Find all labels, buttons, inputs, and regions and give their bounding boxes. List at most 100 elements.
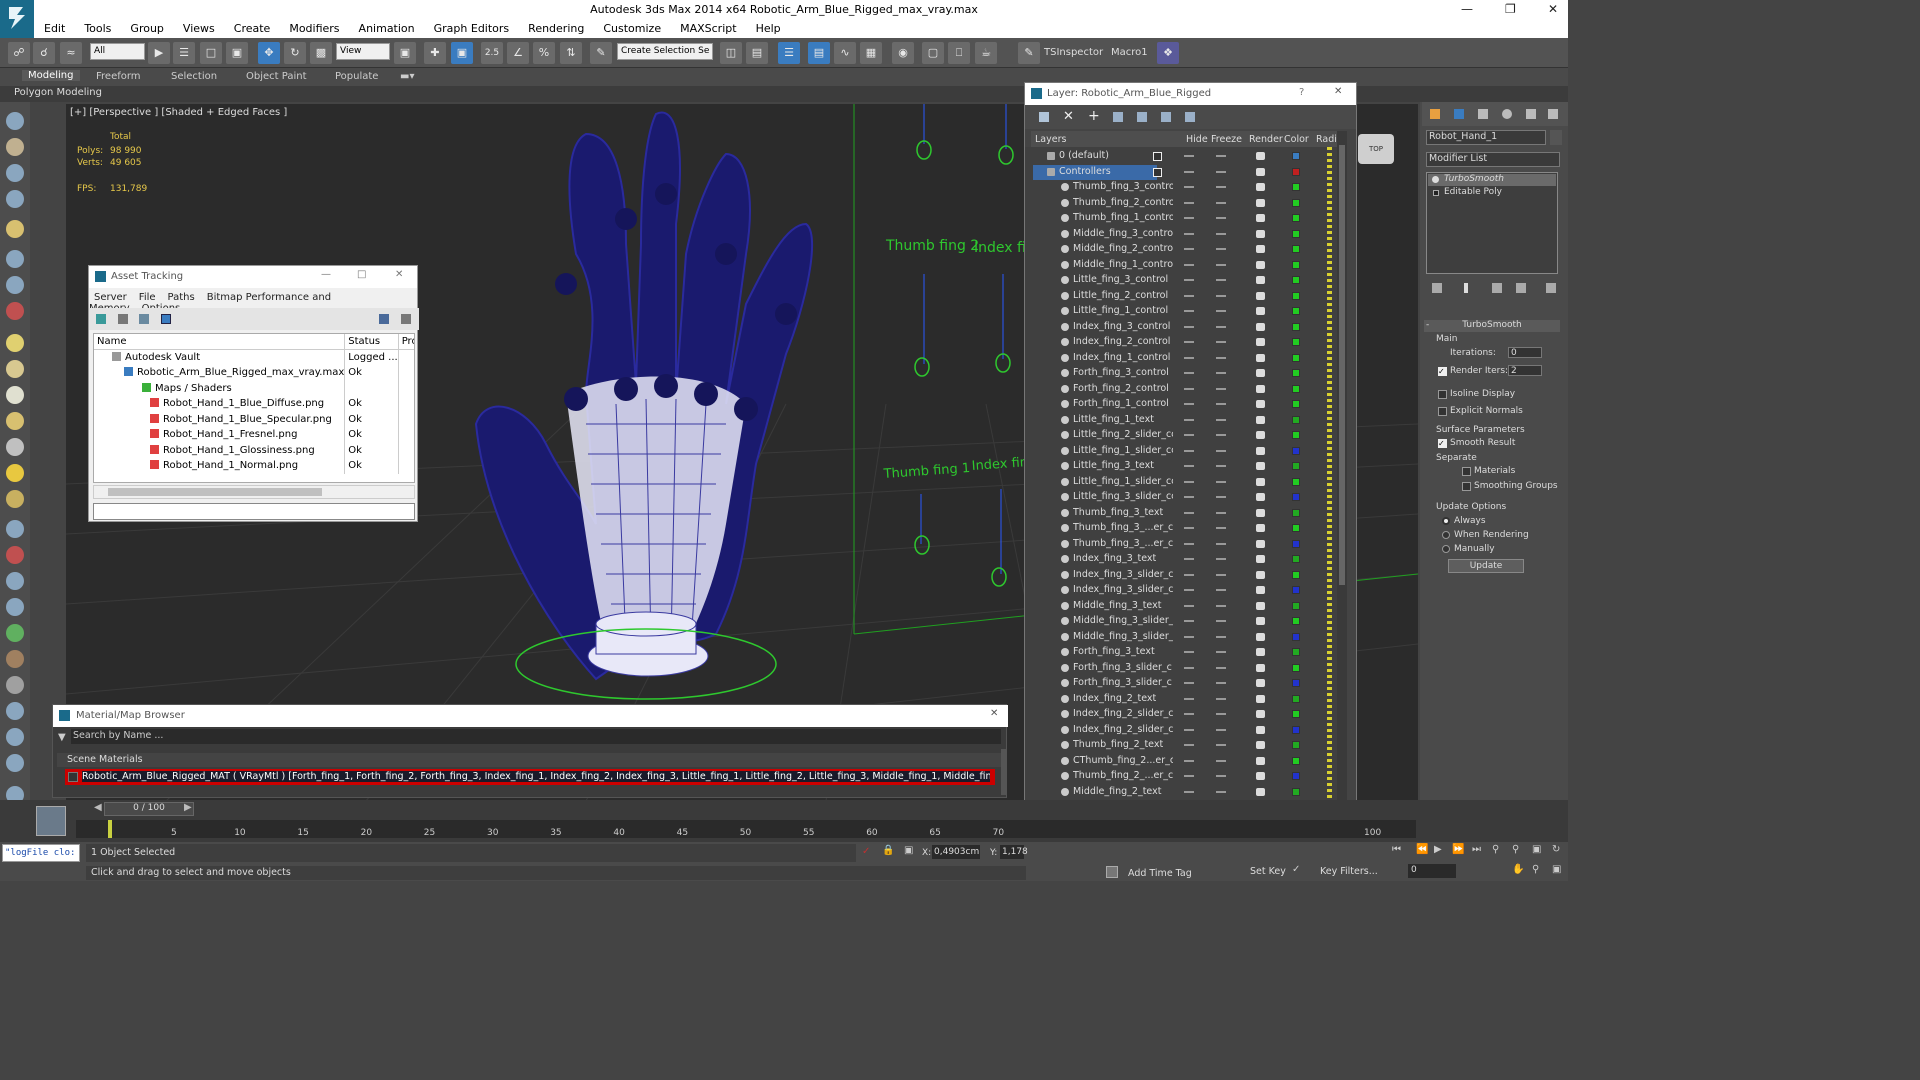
layer-row[interactable]: Little_fing_1_slider_cc [1033, 475, 1331, 491]
freeze-toggle[interactable] [1216, 573, 1226, 576]
viewport-label[interactable]: [+] [Perspective ] [Shaded + Edged Faces… [70, 107, 287, 118]
menu-tools[interactable]: Tools [84, 22, 111, 35]
layer-row[interactable]: Thumb_fing_2_...er_c [1033, 769, 1331, 785]
layer-color-swatch[interactable] [1292, 772, 1300, 780]
play-icon[interactable]: ▶ [1434, 844, 1442, 855]
freeze-toggle[interactable] [1216, 325, 1226, 328]
layer-color-swatch[interactable] [1292, 570, 1300, 579]
layer-row[interactable]: Little_fing_3_control [1033, 273, 1331, 289]
material-item[interactable]: Robotic_Arm_Blue_Rigged_MAT ( VRayMtl ) … [65, 769, 995, 785]
hide-toggle[interactable] [1184, 170, 1194, 173]
hide-toggle[interactable] [1184, 775, 1194, 777]
hide-toggle[interactable] [1184, 744, 1194, 746]
maximize-viewport-icon[interactable]: ▣ [1552, 864, 1561, 875]
make-unique-icon[interactable] [1492, 283, 1502, 293]
hide-toggle[interactable] [1184, 511, 1194, 514]
layer-color-swatch[interactable] [1292, 229, 1300, 238]
delete-layer-icon[interactable]: ✕ [1063, 109, 1074, 124]
tsinspector-label[interactable]: TSInspector [1044, 47, 1103, 58]
hide-toggle[interactable] [1184, 542, 1194, 545]
freeze-toggle[interactable] [1216, 775, 1226, 777]
tool-icon-24[interactable] [6, 728, 24, 746]
ribbon-options-icon[interactable]: ▬▾ [400, 71, 414, 82]
render-teapot-icon[interactable] [1256, 369, 1265, 377]
freeze-toggle[interactable] [1216, 434, 1226, 436]
viewcube[interactable]: TOP [1358, 134, 1394, 164]
layer-color-swatch[interactable] [1292, 539, 1300, 548]
render-setup-icon[interactable]: ▢ [922, 42, 944, 64]
mirror-icon[interactable]: ◫ [720, 42, 742, 64]
asset-row[interactable]: Robot_Hand_1_Normal.png Ok [94, 458, 414, 474]
asset-menu-server[interactable]: Server [94, 292, 127, 303]
key-filters-button[interactable]: Key Filters... [1320, 866, 1378, 877]
select-in-layer-icon[interactable] [1113, 112, 1123, 122]
material-editor-icon[interactable]: ◉ [892, 42, 914, 64]
layer-manager-icon[interactable]: ☰ [778, 42, 800, 64]
modifier-list-dropdown[interactable]: Modifier List [1426, 152, 1560, 167]
hide-toggle[interactable] [1184, 372, 1194, 374]
menu-customize[interactable]: Customize [603, 22, 661, 35]
layer-row[interactable]: Little_fing_1_slider_cc [1033, 444, 1331, 460]
when-rendering-radio[interactable] [1442, 531, 1450, 539]
current-layer-checkbox[interactable] [1153, 152, 1162, 161]
minimize-icon[interactable]: — [1461, 2, 1473, 16]
tool-icon-25[interactable] [6, 754, 24, 772]
expand-box-icon[interactable] [1433, 190, 1439, 196]
layer-row[interactable]: Index_fing_2_control [1033, 335, 1331, 351]
layer-color-swatch[interactable] [1292, 260, 1300, 269]
freeze-toggle[interactable] [1216, 635, 1226, 638]
hide-toggle[interactable] [1184, 325, 1194, 328]
freeze-toggle[interactable] [1216, 542, 1226, 545]
pin-stack-icon[interactable] [1432, 283, 1442, 293]
highlight-layer-icon[interactable] [1137, 112, 1147, 122]
render-teapot-icon[interactable] [1256, 694, 1265, 703]
spinner-snap-icon[interactable]: ⇅ [560, 42, 582, 64]
hide-toggle[interactable] [1184, 186, 1194, 188]
layer-color-swatch[interactable] [1292, 291, 1300, 300]
percent-snap-icon[interactable]: % [533, 42, 555, 64]
asset-row[interactable]: Robot_Hand_1_Blue_Diffuse.png Ok [94, 396, 414, 412]
smoothing-groups-checkbox[interactable] [1462, 482, 1471, 491]
render-iters-spinner[interactable]: 2 [1508, 365, 1542, 376]
link-icon[interactable]: ☍ [8, 42, 30, 64]
polygon-modeling-label[interactable]: Polygon Modeling [14, 87, 102, 98]
mat-browser-close-icon[interactable]: ✕ [990, 708, 998, 719]
time-slider[interactable]: 0 / 100 [104, 802, 194, 816]
freeze-toggle[interactable] [1216, 387, 1226, 390]
col-layers[interactable]: Layers [1035, 134, 1066, 145]
time-tag-icon[interactable] [1106, 866, 1118, 878]
render-teapot-icon[interactable] [1256, 183, 1265, 191]
goto-start-icon[interactable]: ⏮ [1392, 844, 1401, 855]
menu-graph-editors[interactable]: Graph Editors [434, 22, 510, 35]
smooth-result-checkbox[interactable]: ✓ [1438, 439, 1447, 448]
maxscript-listener[interactable]: "logFile clo: [2, 844, 80, 862]
select-manipulate-icon[interactable]: ✚ [424, 42, 446, 64]
pivot-icon[interactable]: ▣ [394, 42, 416, 64]
render-teapot-icon[interactable] [1256, 338, 1265, 346]
scene-materials-header[interactable]: Scene Materials [57, 753, 1001, 767]
asset-row[interactable]: Maps / Shaders [94, 380, 414, 396]
layer-row[interactable]: Little_fing_2_control [1033, 289, 1331, 305]
layer-color-swatch[interactable] [1292, 400, 1300, 408]
configure-sets-icon[interactable] [1546, 283, 1556, 293]
rendered-frame-icon[interactable]: ⎕ [948, 42, 970, 64]
always-radio[interactable] [1442, 517, 1450, 525]
col-freeze[interactable]: Freeze [1211, 134, 1242, 145]
layer-color-swatch[interactable] [1292, 353, 1300, 362]
layer-color-swatch[interactable] [1292, 493, 1300, 501]
set-key-label[interactable]: Set Key [1250, 866, 1286, 877]
tool-icon-13[interactable] [6, 438, 24, 456]
render-teapot-icon[interactable] [1256, 229, 1265, 238]
hide-toggle[interactable] [1184, 341, 1194, 343]
hide-toggle[interactable] [1184, 480, 1194, 483]
hide-toggle[interactable] [1184, 620, 1194, 622]
rect-selection-icon[interactable]: □ [200, 42, 222, 64]
freeze-toggle[interactable] [1216, 604, 1226, 607]
refresh-icon[interactable] [96, 314, 106, 324]
freeze-toggle[interactable] [1216, 465, 1226, 467]
layer-row[interactable]: Thumb_fing_2_contro [1033, 196, 1331, 212]
menu-help[interactable]: Help [756, 22, 781, 35]
mat-v-scrollbar[interactable] [1001, 749, 1007, 795]
create-layer-icon[interactable] [1039, 112, 1049, 122]
layer-color-swatch[interactable] [1292, 787, 1300, 796]
